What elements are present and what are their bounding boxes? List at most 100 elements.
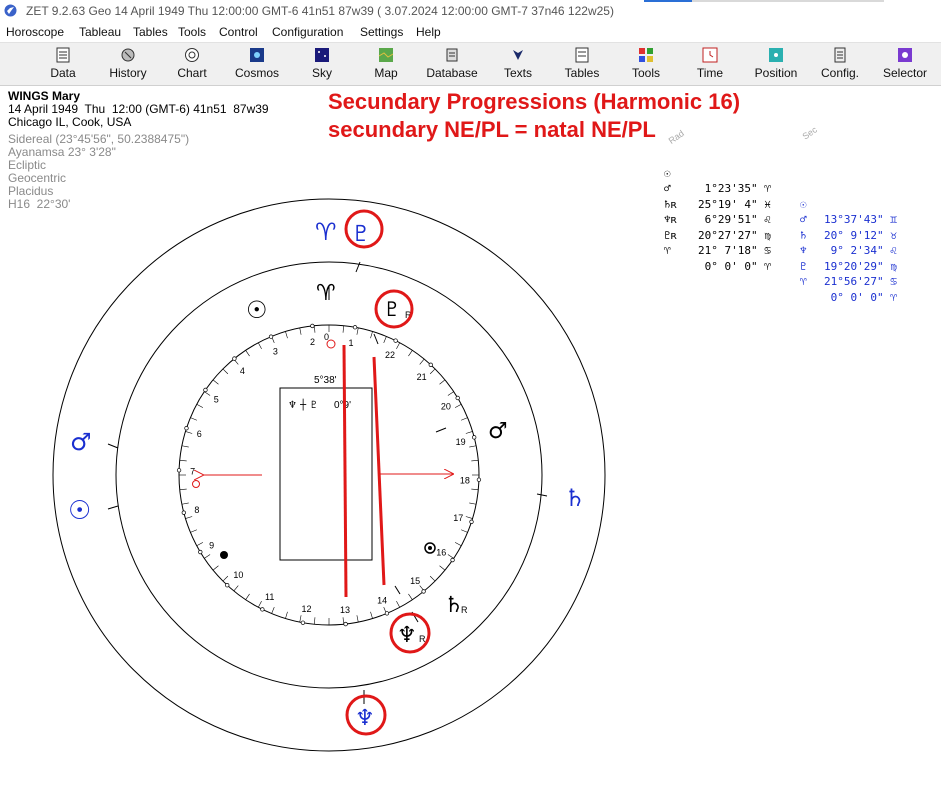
degree-tick	[204, 391, 211, 396]
degree-tick	[469, 502, 477, 505]
degree-tick	[454, 404, 462, 408]
degree-tick	[471, 459, 479, 462]
house-cusp-dot	[232, 356, 237, 361]
degree-tick	[285, 611, 288, 619]
house-cusp-dot	[300, 620, 306, 625]
sec-midpoint-axis-line	[372, 356, 386, 586]
house-cusp-dot	[384, 611, 390, 616]
degree-tick	[245, 350, 250, 357]
degree-tick	[460, 417, 468, 421]
degree-tick	[299, 615, 302, 623]
planet-connector-tick	[107, 443, 119, 449]
black-point-marker	[220, 551, 228, 559]
degree-tick	[419, 358, 425, 365]
degree-tick	[370, 611, 373, 619]
house-number: 15	[410, 576, 420, 586]
house-cusp-dot	[260, 607, 265, 612]
house-number: 5	[214, 394, 219, 404]
house-number: 12	[302, 604, 312, 614]
sun-point-center	[428, 546, 432, 550]
center-angle-label: 5°38'	[314, 375, 337, 386]
house-number: 8	[194, 505, 199, 515]
house-number: 14	[377, 596, 387, 606]
sec-mars-icon: ♂	[70, 428, 92, 456]
house-cusp-dot	[421, 589, 426, 594]
degree-tick	[258, 342, 262, 350]
house-cusp-dot	[268, 334, 274, 339]
degree-tick	[185, 431, 193, 434]
degree-tick	[313, 325, 316, 333]
house-number: 3	[273, 346, 278, 356]
degree-tick	[342, 325, 345, 333]
planet-connector-tick	[394, 585, 401, 595]
degree-tick	[185, 516, 193, 519]
degree-tick	[439, 379, 446, 385]
degree-tick	[179, 488, 187, 491]
planet-connector-tick	[107, 505, 119, 510]
house-number: 13	[340, 605, 350, 615]
house-number: 4	[240, 366, 245, 376]
degree-tick	[396, 342, 400, 350]
degree-tick	[356, 327, 359, 335]
house-number: 2	[310, 337, 315, 347]
house-number: 17	[453, 513, 463, 523]
degree-tick	[204, 554, 211, 559]
house-number: 18	[460, 475, 470, 485]
degree-tick	[196, 542, 204, 546]
midpoint-formula: ♆ ┼ ♇	[288, 398, 318, 411]
natal-neptune-icon: ♆	[397, 623, 417, 648]
natal-pluto-icon: ♇	[383, 297, 401, 321]
degree-tick	[439, 565, 446, 571]
degree-tick	[285, 331, 288, 339]
degree-tick	[222, 368, 229, 375]
degree-tick	[190, 417, 198, 421]
degree-tick	[313, 617, 316, 625]
degree-tick	[383, 336, 387, 344]
degree-tick	[212, 379, 219, 385]
house-number: 22	[385, 350, 395, 360]
house-number: 21	[417, 372, 427, 382]
house-cusp-dot	[428, 362, 433, 367]
house-cusp-dot	[393, 338, 398, 343]
degree-tick	[465, 431, 473, 434]
degree-tick	[258, 600, 262, 608]
horoscope-wheel[interactable]: 123456789101112 13141516171819202122 0 5°…	[0, 0, 941, 800]
degree-tick	[179, 459, 187, 462]
degree-tick	[447, 391, 454, 396]
degree-tick	[222, 575, 229, 582]
house-cusp-dot	[203, 387, 208, 393]
house-number: 19	[456, 437, 466, 447]
degree-tick	[408, 350, 413, 357]
degree-tick	[271, 606, 275, 614]
house-cusp-dot	[184, 426, 189, 431]
house-number: 7	[190, 467, 195, 477]
degree-tick	[190, 529, 198, 533]
degree-tick	[233, 585, 239, 592]
aries-point-marker	[326, 339, 336, 349]
degree-tick	[460, 529, 468, 533]
harmonic-center-box	[279, 387, 373, 561]
natal-midpoint-axis-line	[342, 344, 348, 598]
house-cusp-dot	[472, 435, 477, 440]
natal-mars-icon: ♂	[488, 419, 508, 444]
natal-sun-icon: ☉	[246, 296, 268, 324]
natal-aries-icon: ♈	[316, 281, 336, 306]
planet-connector-tick	[536, 493, 548, 497]
house-cusp-dot	[450, 557, 455, 563]
house-number: 11	[265, 592, 274, 602]
house-cusp-dot	[469, 519, 474, 524]
house-cusp-dot	[176, 468, 182, 473]
asc-point-marker	[192, 480, 200, 488]
house-number: 10	[233, 570, 243, 580]
degree-tick	[396, 600, 400, 608]
planet-connector-tick	[373, 333, 379, 345]
degree-tick	[342, 617, 345, 625]
degree-tick	[370, 331, 373, 339]
house-cusp-dot	[352, 325, 358, 330]
degree-tick	[212, 565, 219, 571]
house-number: 6	[197, 429, 202, 439]
house-number: 1	[348, 338, 353, 348]
house-cusp-dot	[225, 583, 230, 588]
house-number: 9	[209, 540, 214, 550]
sec-saturn-icon: ♄	[564, 484, 586, 512]
